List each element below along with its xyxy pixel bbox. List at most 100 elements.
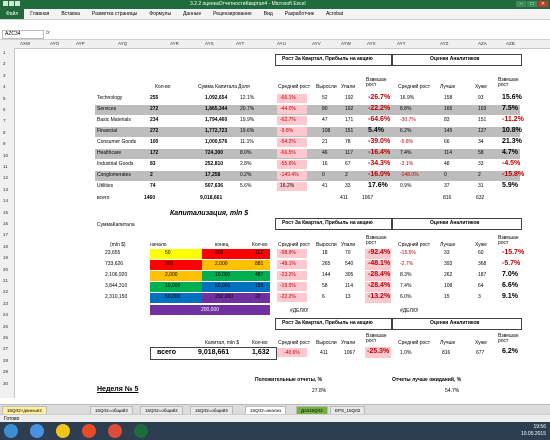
- cell[interactable]: 83: [444, 117, 450, 123]
- cell[interactable]: 17,258: [205, 172, 220, 178]
- cell[interactable]: -28.4%: [368, 282, 390, 289]
- cell[interactable]: 11.1%: [240, 139, 254, 145]
- row-header[interactable]: 30: [3, 381, 8, 386]
- minimize-button[interactable]: –: [516, 1, 526, 7]
- cell[interactable]: 108: [444, 283, 452, 289]
- cell[interactable]: -15.8%: [502, 171, 524, 178]
- cell[interactable]: 7.4%: [400, 283, 411, 289]
- col-header[interactable]: AYS: [205, 41, 214, 46]
- cell[interactable]: 234: [150, 117, 158, 123]
- cell[interactable]: -44.0%: [280, 106, 296, 112]
- cell[interactable]: -28.4%: [368, 271, 390, 278]
- cell[interactable]: -15.5%: [400, 250, 416, 256]
- cell[interactable]: 1,000,576: [205, 139, 227, 145]
- cell[interactable]: 15.6%: [502, 94, 522, 101]
- cell[interactable]: 1,772,723: [205, 128, 227, 134]
- quick-access-toolbar[interactable]: [3, 1, 29, 8]
- cell[interactable]: -13.2%: [368, 293, 390, 300]
- row-header[interactable]: 3: [3, 73, 6, 78]
- cell[interactable]: 58: [322, 283, 328, 289]
- col-header[interactable]: AYT: [236, 41, 244, 46]
- row-header[interactable]: 11: [3, 164, 8, 169]
- cell[interactable]: 100: [150, 139, 158, 145]
- cell[interactable]: -48.1%: [280, 261, 296, 267]
- cell[interactable]: -54.2%: [280, 139, 296, 145]
- cell[interactable]: 0: [322, 172, 325, 178]
- row-header[interactable]: 18: [3, 244, 8, 249]
- col-header[interactable]: AYU: [277, 41, 286, 46]
- name-box[interactable]: AZC34: [2, 30, 44, 39]
- cell[interactable]: 9.1%: [502, 293, 518, 300]
- cell[interactable]: 52: [322, 95, 328, 101]
- col-header[interactable]: AYO: [50, 41, 59, 46]
- cell[interactable]: 151: [478, 117, 486, 123]
- cell[interactable]: 171: [345, 117, 353, 123]
- cell[interactable]: 187: [478, 272, 486, 278]
- cell[interactable]: 50,000: [215, 283, 230, 289]
- excel-task-icon[interactable]: [134, 424, 148, 438]
- cell[interactable]: 20.7%: [240, 106, 254, 112]
- cell[interactable]: -9.8%: [280, 128, 293, 134]
- menu-review[interactable]: Рецензирование: [207, 11, 258, 17]
- cell[interactable]: 192: [345, 95, 353, 101]
- cell[interactable]: 114: [444, 150, 452, 156]
- cell[interactable]: 16.2%: [280, 183, 294, 189]
- cell[interactable]: 0.9%: [400, 183, 411, 189]
- cell[interactable]: 158: [444, 95, 452, 101]
- fx-icon[interactable]: fx: [46, 30, 50, 36]
- row-header[interactable]: 1: [3, 50, 6, 55]
- row-header[interactable]: 2: [3, 61, 6, 66]
- menu-data[interactable]: Данные: [177, 11, 207, 17]
- menu-home[interactable]: Главная: [24, 11, 55, 17]
- row-header[interactable]: 19: [3, 255, 8, 260]
- cell[interactable]: 37: [444, 183, 450, 189]
- cell[interactable]: -22.2%: [368, 105, 390, 112]
- cell[interactable]: 19.6%: [240, 128, 254, 134]
- cell[interactable]: 4.7%: [502, 149, 518, 156]
- row-header[interactable]: 29: [3, 369, 8, 374]
- cell[interactable]: 127: [478, 128, 486, 134]
- cell[interactable]: -30.7%: [400, 117, 416, 123]
- cell[interactable]: 144: [322, 272, 330, 278]
- cell[interactable]: 18: [322, 250, 328, 256]
- cell[interactable]: 262: [444, 272, 452, 278]
- cell[interactable]: -19.5%: [280, 283, 296, 289]
- row-header[interactable]: 16: [3, 221, 8, 226]
- cell[interactable]: 108: [322, 128, 330, 134]
- cell[interactable]: 272: [150, 106, 158, 112]
- row-header[interactable]: 4: [3, 84, 6, 89]
- cell[interactable]: 117: [345, 150, 353, 156]
- cell[interactable]: -5.8%: [400, 139, 413, 145]
- cell[interactable]: 60: [478, 250, 484, 256]
- cell[interactable]: -16.0%: [368, 171, 390, 178]
- cell[interactable]: Conglomerates: [97, 172, 131, 178]
- cell[interactable]: 67: [345, 161, 351, 167]
- cell[interactable]: 10,000: [165, 283, 180, 289]
- cell[interactable]: 31: [478, 183, 484, 189]
- cell[interactable]: 58: [478, 150, 484, 156]
- cell[interactable]: 93: [478, 95, 484, 101]
- cell[interactable]: 23,655: [105, 250, 120, 256]
- chrome-icon[interactable]: [108, 424, 122, 438]
- row-header[interactable]: 7: [3, 118, 6, 123]
- cell[interactable]: 0: [444, 172, 447, 178]
- maximize-button[interactable]: □: [527, 1, 537, 7]
- cell[interactable]: 78: [345, 139, 351, 145]
- cell[interactable]: 3: [478, 294, 481, 300]
- cell[interactable]: 33: [444, 250, 450, 256]
- cell[interactable]: -34.3%: [368, 160, 390, 167]
- cell[interactable]: 255: [150, 95, 158, 101]
- cell[interactable]: 1,092,654: [205, 95, 227, 101]
- cell[interactable]: 12.1%: [240, 95, 254, 101]
- cell[interactable]: Financial: [97, 128, 117, 134]
- cell[interactable]: -98.9%: [280, 250, 296, 256]
- cell[interactable]: -11.2%: [502, 116, 524, 123]
- cell[interactable]: 21: [322, 139, 328, 145]
- cell[interactable]: 13: [345, 294, 351, 300]
- cell[interactable]: -23.2%: [280, 272, 296, 278]
- cell[interactable]: Utilities: [97, 183, 113, 189]
- cell[interactable]: 19.9%: [240, 117, 254, 123]
- cell[interactable]: 33: [345, 183, 351, 189]
- cell[interactable]: 2,000: [215, 261, 228, 267]
- cell[interactable]: 64: [478, 283, 484, 289]
